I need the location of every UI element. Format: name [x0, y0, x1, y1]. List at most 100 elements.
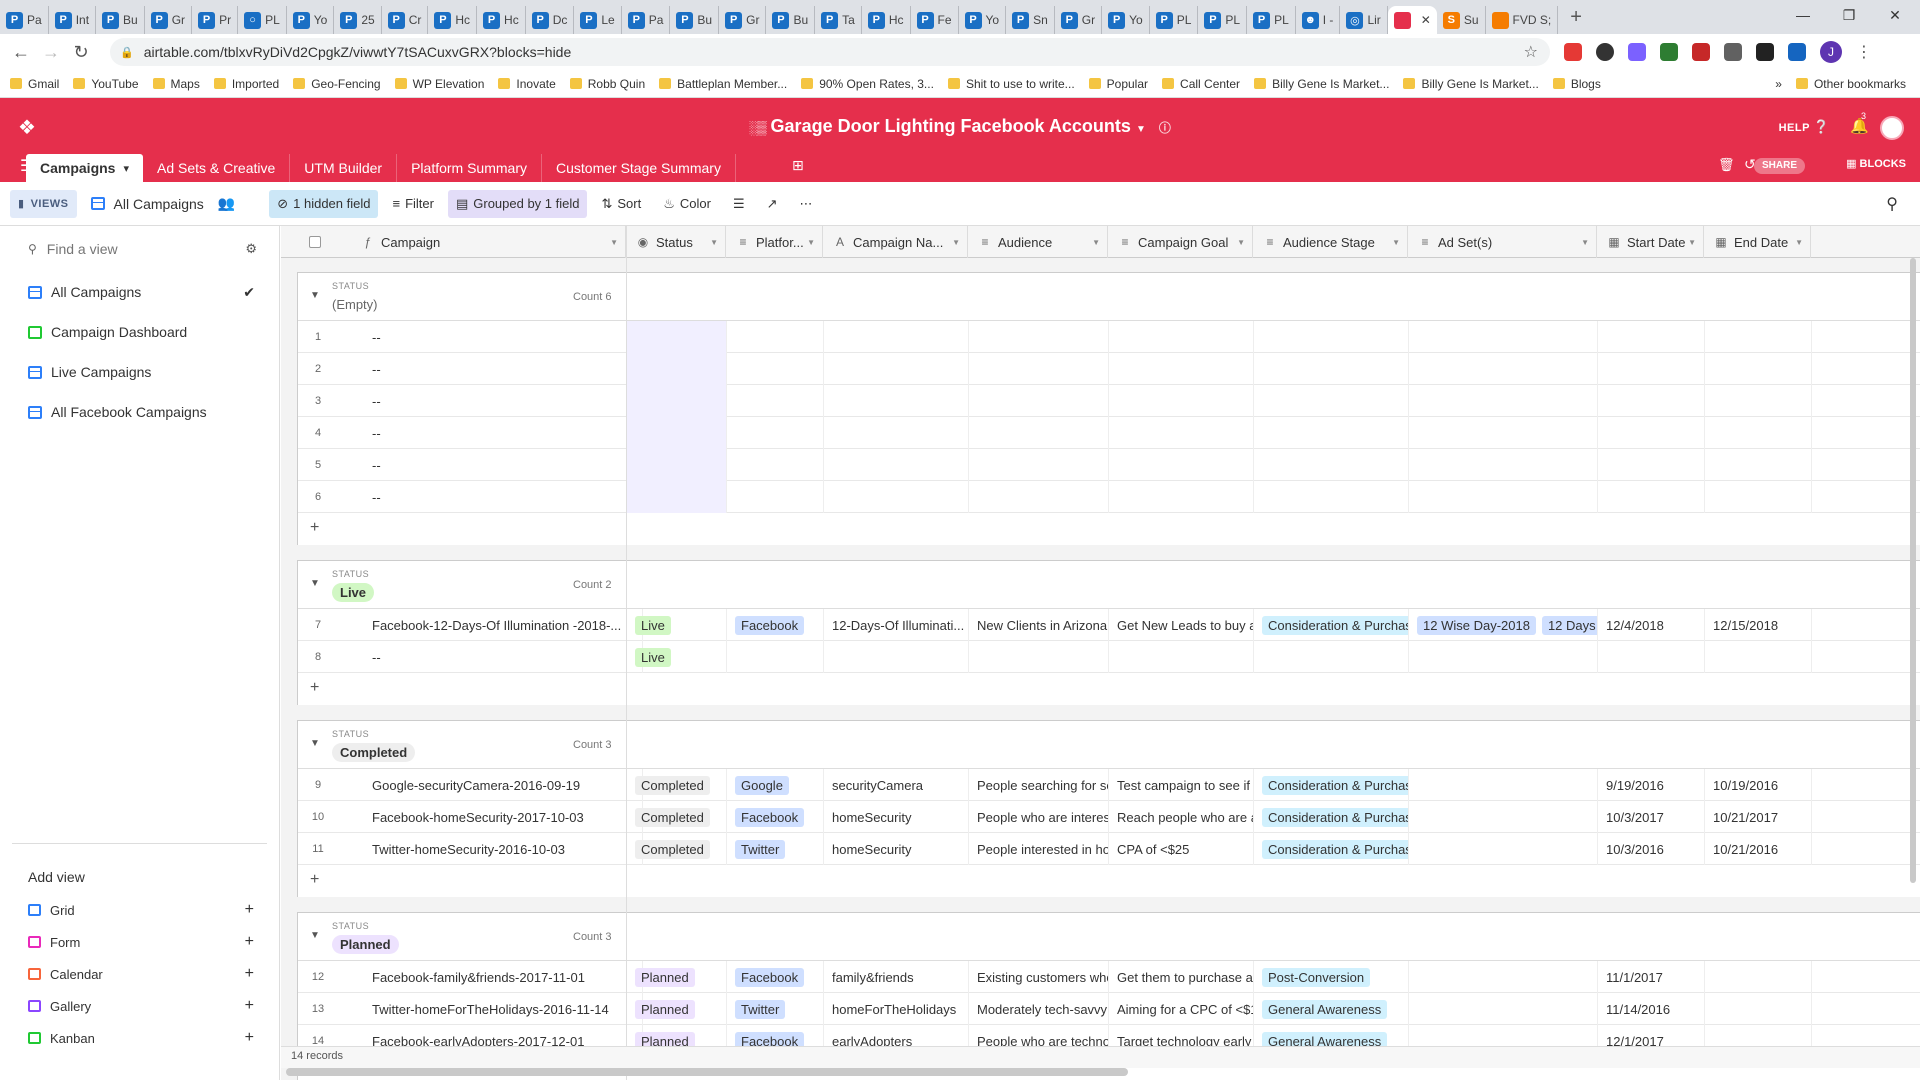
find-view-input[interactable]	[46, 241, 227, 257]
bookmark-item[interactable]: Maps	[152, 77, 200, 91]
info-icon[interactable]: ⓘ	[1159, 121, 1171, 135]
browser-tab[interactable]: P Sn	[1006, 6, 1055, 34]
table-tab[interactable]: Platform Summary	[397, 154, 542, 182]
cell-campaign[interactable]: Twitter-homeSecurity-2016-10-03	[352, 833, 643, 865]
extension-icon[interactable]	[1692, 43, 1710, 61]
cell-status[interactable]	[627, 481, 727, 513]
cell-audience-stage[interactable]: Post-Conversion	[1254, 961, 1409, 993]
other-bookmarks[interactable]: Other bookmarks	[1795, 77, 1906, 91]
cell-status[interactable]	[627, 321, 727, 353]
cell-status[interactable]	[627, 353, 727, 385]
browser-tab[interactable]: P Yo	[959, 6, 1007, 34]
minimize-icon[interactable]: —	[1780, 0, 1826, 30]
cell-status[interactable]: Completed	[627, 769, 727, 801]
browser-tab[interactable]: P Pa	[0, 6, 49, 34]
profile-avatar[interactable]: J	[1820, 41, 1842, 63]
add-record-button[interactable]: +	[298, 513, 1920, 545]
cell-platform[interactable]	[727, 417, 824, 449]
add-view-item[interactable]: Form +	[0, 926, 280, 958]
plus-icon[interactable]: +	[245, 997, 254, 1015]
cell-audience-stage[interactable]: Consideration & Purchase	[1254, 833, 1409, 865]
cell-audience[interactable]	[969, 449, 1109, 481]
cell-campaign-goal[interactable]: Reach people who are a str...	[1109, 801, 1254, 833]
browser-tab[interactable]: P Gr	[1055, 6, 1103, 34]
vertical-scrollbar[interactable]	[1910, 258, 1916, 883]
plus-icon[interactable]: +	[245, 965, 254, 983]
chevron-down-icon[interactable]: ▼	[1392, 238, 1400, 247]
chevron-down-icon[interactable]: ▼	[1688, 238, 1696, 247]
cell-campaign-name[interactable]: homeSecurity	[824, 801, 969, 833]
cell-campaign-goal[interactable]	[1109, 417, 1254, 449]
table-row[interactable]: 13 Twitter-homeForTheHolidays-2016-11-14 P…	[298, 993, 1920, 1025]
cell-campaign[interactable]: --	[352, 321, 643, 353]
cell-status[interactable]: Planned	[627, 993, 727, 1025]
cell-campaign-name[interactable]	[824, 449, 969, 481]
browser-tab[interactable]: ○ PL	[238, 6, 287, 34]
cell-platform[interactable]	[727, 353, 824, 385]
base-title[interactable]: ░▒ Garage Door Lighting Facebook Account…	[0, 116, 1920, 137]
table-row[interactable]: 3 --	[298, 385, 1920, 417]
share-view-button[interactable]: ↗	[759, 190, 786, 218]
column-platform[interactable]: ≡ Platfor... ▼	[726, 226, 823, 258]
extension-icon[interactable]	[1788, 43, 1806, 61]
add-table-icon[interactable]: ⊞	[792, 157, 804, 174]
cell-start-date[interactable]: 11/1/2017	[1598, 961, 1705, 993]
color-button[interactable]: ♨ Color	[655, 190, 719, 218]
cell-campaign-goal[interactable]	[1109, 449, 1254, 481]
add-view-item[interactable]: Gallery +	[0, 990, 280, 1022]
extension-icon[interactable]	[1724, 43, 1742, 61]
cell-audience-stage[interactable]	[1254, 641, 1409, 673]
table-row[interactable]: 7 Facebook-12-Days-Of Illumination -2018-…	[298, 609, 1920, 641]
cell-campaign-goal[interactable]: Test campaign to see if we ...	[1109, 769, 1254, 801]
cell-audience-stage[interactable]: Consideration & Purchase	[1254, 801, 1409, 833]
cell-campaign-name[interactable]: homeForTheHolidays	[824, 993, 969, 1025]
cell-platform[interactable]	[727, 641, 824, 673]
cell-campaign-goal[interactable]	[1109, 641, 1254, 673]
sidebar-view-item[interactable]: Campaign Dashboard	[0, 312, 279, 352]
cell-status[interactable]: Completed	[627, 833, 727, 865]
cell-campaign-name[interactable]	[824, 353, 969, 385]
browser-tab[interactable]: P Cr	[382, 6, 429, 34]
bookmark-item[interactable]: WP Elevation	[394, 77, 484, 91]
group-button[interactable]: ▤ Grouped by 1 field	[447, 189, 588, 218]
cell-end-date[interactable]	[1705, 993, 1812, 1025]
cell-campaign-name[interactable]: family&friends	[824, 961, 969, 993]
chevron-down-icon[interactable]: ▼	[1581, 238, 1589, 247]
cell-status[interactable]: Live	[627, 609, 727, 641]
browser-tab[interactable]: P 25	[334, 6, 382, 34]
cell-campaign-goal[interactable]	[1109, 481, 1254, 513]
cell-ad-sets[interactable]	[1409, 481, 1598, 513]
table-row[interactable]: 9 Google-securityCamera-2016-09-19 Complet…	[298, 769, 1920, 801]
forward-icon[interactable]: →	[36, 42, 66, 63]
cell-ad-sets[interactable]	[1409, 769, 1598, 801]
cell-campaign[interactable]: Facebook-12-Days-Of Illumination -2018-.…	[352, 609, 643, 641]
add-view-item[interactable]: Calendar +	[0, 958, 280, 990]
views-toggle-button[interactable]: ▮ VIEWS	[10, 189, 77, 218]
browser-tab-active[interactable]: ✕	[1387, 6, 1437, 34]
collapse-icon[interactable]: ▼	[310, 738, 320, 749]
close-window-icon[interactable]: ✕	[1872, 0, 1918, 30]
add-view-item[interactable]: Kanban +	[0, 1022, 280, 1054]
cell-campaign[interactable]: --	[352, 481, 643, 513]
browser-tab[interactable]: P Pr	[192, 6, 239, 34]
cell-audience[interactable]: Existing customers who h...	[969, 961, 1109, 993]
cell-campaign-name[interactable]	[824, 321, 969, 353]
browser-tab[interactable]: P Ta	[815, 6, 862, 34]
cell-campaign[interactable]: --	[352, 353, 643, 385]
back-icon[interactable]: ←	[6, 42, 36, 63]
cell-ad-sets[interactable]: 12 Wise Day-201812 Days Of	[1409, 609, 1598, 641]
cell-campaign-goal[interactable]: CPA of <$25	[1109, 833, 1254, 865]
close-tab-icon[interactable]: ✕	[1421, 13, 1431, 27]
plus-icon[interactable]: +	[245, 933, 254, 951]
plus-icon[interactable]: +	[245, 1029, 254, 1047]
cell-campaign[interactable]: Facebook-homeSecurity-2017-10-03	[352, 801, 643, 833]
new-tab-icon[interactable]: +	[1558, 6, 1594, 29]
cell-platform[interactable]: Google	[727, 769, 824, 801]
chevron-down-icon[interactable]: ▼	[807, 238, 815, 247]
cell-ad-sets[interactable]	[1409, 321, 1598, 353]
browser-tab[interactable]: P Bu	[96, 6, 145, 34]
trash-icon[interactable]: 🗑	[1718, 157, 1735, 173]
cell-audience[interactable]: People interested in hom...	[969, 833, 1109, 865]
cell-audience[interactable]	[969, 321, 1109, 353]
group-header[interactable]: ▼ STATUS Live Count 2	[298, 561, 1920, 609]
